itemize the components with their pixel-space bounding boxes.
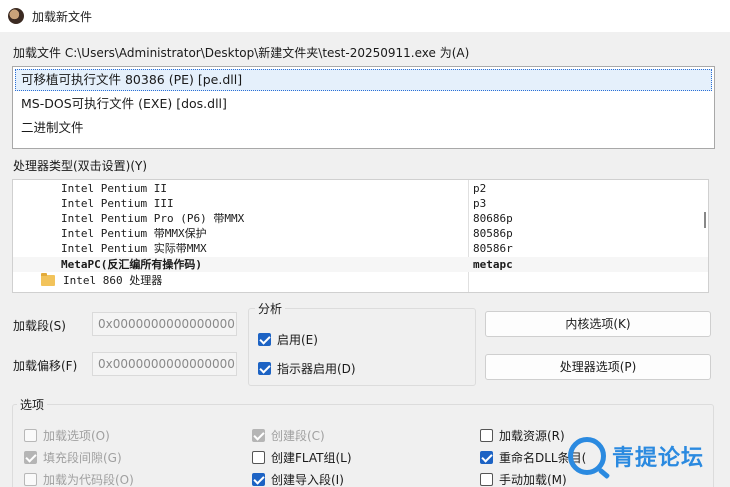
checkbox-checked-icon [252,473,265,486]
processor-row-selected[interactable]: MetaPC(反汇编所有操作码) metapc [13,257,708,272]
processor-options-button[interactable]: 处理器选项(P) [485,354,711,380]
checkbox-checked-icon [258,362,271,375]
processor-code: 80686p [473,212,513,225]
load-offset-field[interactable]: 0x0000000000000000 [92,352,237,376]
folder-icon [41,273,55,286]
list-item[interactable]: 二进制文件 [15,117,712,139]
processor-tree[interactable]: Intel Pentium II p2 Intel Pentium III p3… [12,179,709,293]
processor-type-label: 处理器类型(双击设置)(Y) [13,159,148,173]
watermark: 青提论坛 [568,427,730,485]
indicator-enabled-checkbox[interactable]: 指示器启用(D) [258,360,356,377]
checkbox-unchecked-icon [480,473,493,486]
checkbox-label: 指示器启用(D) [277,362,356,376]
processor-row[interactable]: Intel Pentium II p2 [13,181,708,196]
processor-name: Intel Pentium III [61,197,174,210]
load-file-label: 加载文件 C:\Users\Administrator\Desktop\新建文件… [13,46,470,60]
processor-name: Intel Pentium 带MMX保护 [61,227,207,240]
processor-code: p2 [473,182,487,195]
checkbox-checked-icon [480,451,493,464]
checkbox-label: 启用(E) [277,333,318,347]
kernel-options-button[interactable]: 内核选项(K) [485,311,711,337]
processor-name: Intel 860 处理器 [63,274,163,287]
processor-code: 80586r [473,242,513,255]
checkbox-label: 手动加载(M) [499,473,567,487]
processor-row[interactable]: Intel Pentium Pro (P6) 带MMX 80686p [13,211,708,226]
window-title: 加载新文件 [32,9,93,24]
analysis-enabled-checkbox[interactable]: 启用(E) [258,331,318,348]
checkbox-label: 创建导入段(I) [271,473,344,487]
load-segment-field[interactable]: 0x0000000000000000 [92,312,237,336]
checkbox-checked-icon [258,333,271,346]
processor-row[interactable]: Intel Pentium 带MMX保护 80586p [13,226,708,241]
checkbox-unchecked-icon [480,429,493,442]
processor-row[interactable]: Intel Pentium 实际带MMX 80586r [13,241,708,256]
create-imports-checkbox[interactable]: 创建导入段(I) [252,471,344,487]
create-segments-checkbox[interactable]: 创建段(C) [252,427,325,444]
checkbox-label: 创建段(C) [271,429,325,443]
checkbox-label: 加载资源(R) [499,429,565,443]
file-type-list[interactable]: 可移植可执行文件 80386 (PE) [pe.dll] MS-DOS可执行文件… [12,66,715,149]
load-segment-label: 加载段(S) [13,319,66,333]
app-icon [8,8,24,24]
checkbox-checked-icon [252,429,265,442]
processor-name: Intel Pentium 实际带MMX [61,242,207,255]
checkbox-unchecked-icon [24,429,37,442]
watermark-logo-icon [568,437,606,475]
load-resources-checkbox[interactable]: 加载资源(R) [480,427,565,444]
create-flat-checkbox[interactable]: 创建FLAT组(L) [252,449,352,466]
checkbox-unchecked-icon [252,451,265,464]
analysis-group-title: 分析 [255,300,286,317]
processor-code: metapc [473,258,513,271]
processor-group-row[interactable]: Intel 860 处理器 [13,273,708,288]
load-as-code-checkbox[interactable]: 加载为代码段(O) [24,471,134,487]
checkbox-label: 加载选项(O) [43,429,110,443]
checkbox-label: 填充段间隙(G) [43,451,122,465]
load-options-checkbox[interactable]: 加载选项(O) [24,427,110,444]
processor-row[interactable]: Intel Pentium III p3 [13,196,708,211]
checkbox-unchecked-icon [24,473,37,486]
checkbox-label: 创建FLAT组(L) [271,451,352,465]
list-item[interactable]: MS-DOS可执行文件 (EXE) [dos.dll] [15,93,712,115]
manual-load-checkbox[interactable]: 手动加载(M) [480,471,567,487]
checkbox-label: 加载为代码段(O) [43,473,134,487]
checkbox-checked-icon [24,451,37,464]
options-group-title: 选项 [17,396,48,413]
processor-name: MetaPC(反汇编所有操作码) [61,258,202,271]
processor-code: p3 [473,197,487,210]
processor-code: 80586p [473,227,513,240]
load-offset-label: 加载偏移(F) [13,359,78,373]
processor-name: Intel Pentium II [61,182,167,195]
title-bar: 加载新文件 [0,0,730,32]
fill-gaps-checkbox[interactable]: 填充段间隙(G) [24,449,122,466]
watermark-text: 青提论坛 [612,446,705,471]
list-item[interactable]: 可移植可执行文件 80386 (PE) [pe.dll] [15,69,712,91]
scrollbar-thumb[interactable] [704,212,706,228]
processor-name: Intel Pentium Pro (P6) 带MMX [61,212,245,225]
